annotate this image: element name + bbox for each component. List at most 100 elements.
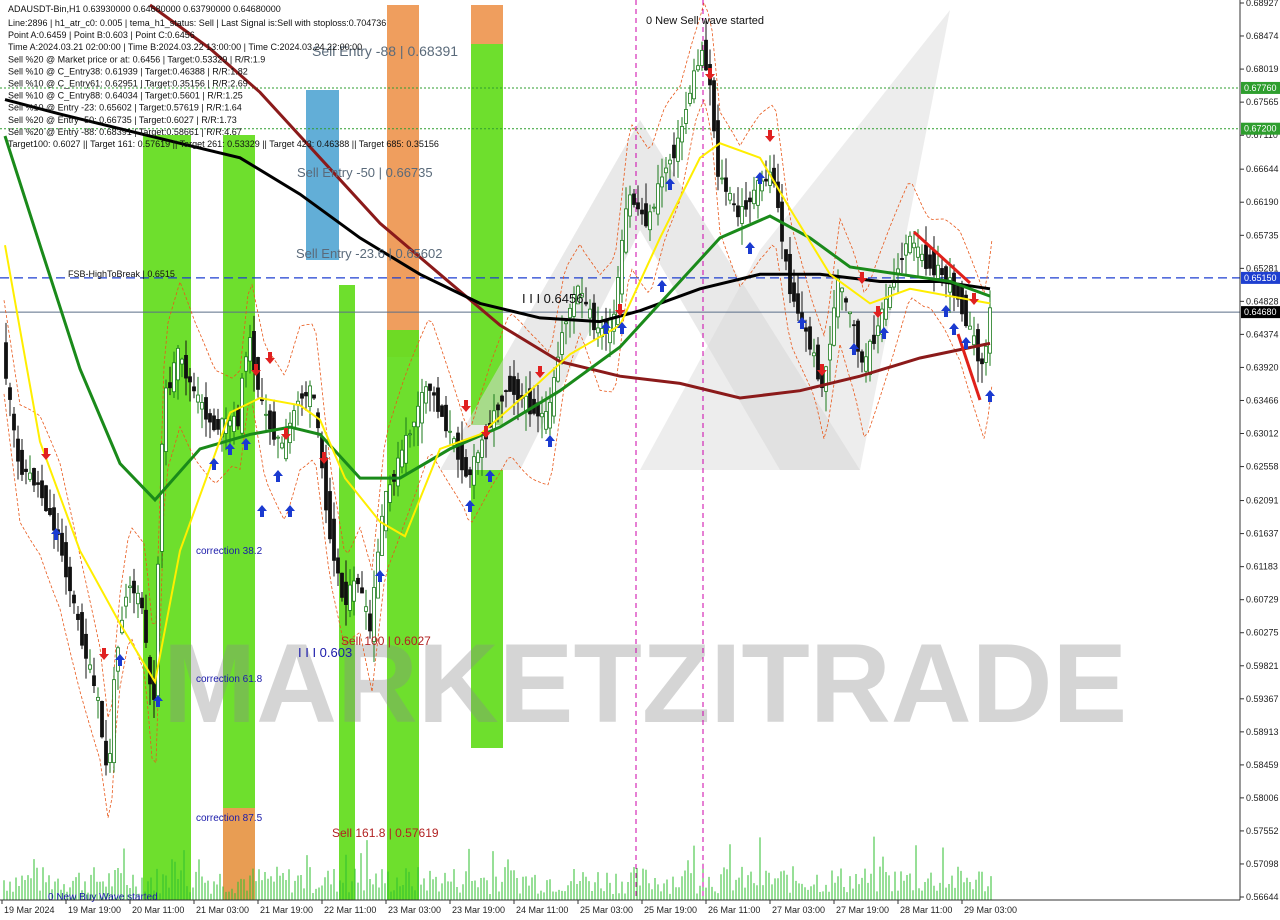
- candle-body: [700, 49, 704, 66]
- candle-body: [832, 307, 836, 346]
- candle-body: [940, 268, 944, 276]
- candle-body: [472, 456, 476, 486]
- y-tick-label: 0.63012: [1246, 429, 1279, 439]
- y-tick-label: 0.65735: [1246, 230, 1279, 240]
- candle-body: [816, 344, 820, 380]
- y-tick-label: 0.67565: [1246, 97, 1279, 107]
- annotation-label: Sell Entry -50 | 0.66735: [297, 165, 433, 180]
- candle-body: [48, 508, 52, 515]
- y-tick-label: 0.65281: [1246, 263, 1279, 273]
- x-tick-label: 24 Mar 11:00: [516, 905, 568, 915]
- price-tag-label: 0.67200: [1244, 124, 1277, 134]
- candle-body: [692, 70, 696, 100]
- candle-body: [420, 392, 424, 424]
- info-line: Point A:0.6459 | Point B:0.603 | Point C…: [8, 30, 195, 40]
- candle-body: [324, 457, 328, 511]
- candle-body: [80, 612, 84, 646]
- candle-body: [268, 410, 272, 430]
- candle-body: [280, 442, 284, 449]
- y-tick-label: 0.58006: [1246, 793, 1279, 803]
- candle-body: [844, 298, 848, 303]
- x-tick-label: 27 Mar 19:00: [836, 905, 889, 915]
- info-line: Target100: 0.6027 || Target 161: 0.57619…: [8, 139, 439, 149]
- candle-body: [664, 167, 668, 174]
- candle-body: [108, 753, 112, 763]
- candle-body: [136, 592, 140, 605]
- candle-body: [204, 397, 208, 420]
- candle-body: [716, 120, 720, 177]
- candle-body: [812, 352, 816, 357]
- candle-body: [68, 566, 72, 592]
- candle-body: [656, 183, 660, 215]
- candle-body: [196, 394, 200, 403]
- annotation-label: Sell 100 | 0.6027: [341, 634, 431, 648]
- candle-body: [432, 392, 436, 396]
- candle-body: [276, 436, 280, 439]
- candle-body: [356, 577, 360, 585]
- candle-body: [300, 393, 304, 399]
- y-tick-label: 0.68474: [1246, 31, 1279, 41]
- candle-body: [732, 203, 736, 206]
- candle-body: [868, 340, 872, 376]
- candle-body: [912, 242, 916, 249]
- y-tick-label: 0.68019: [1246, 64, 1279, 74]
- candle-body: [712, 80, 716, 132]
- y-tick-label: 0.59821: [1246, 661, 1279, 671]
- x-tick-label: 27 Mar 03:00: [772, 905, 825, 915]
- candle-body: [936, 264, 940, 279]
- candle-body: [640, 209, 644, 215]
- info-line: Sell %10 @ Entry -23: 0.65602 | Target:0…: [8, 103, 242, 113]
- candle-body: [968, 325, 972, 330]
- candle-body: [628, 194, 632, 217]
- candle-body: [704, 39, 708, 71]
- x-tick-label: 21 Mar 19:00: [260, 905, 313, 915]
- candle-body: [96, 696, 100, 701]
- candle-body: [736, 205, 740, 218]
- candle-body: [744, 200, 748, 210]
- y-tick-label: 0.59367: [1246, 694, 1279, 704]
- y-tick-label: 0.62558: [1246, 462, 1279, 472]
- candle-body: [4, 342, 8, 379]
- zone-band: [471, 44, 503, 425]
- candle-body: [8, 387, 12, 400]
- candle-body: [192, 386, 196, 392]
- x-tick-label: 29 Mar 03:00: [964, 905, 1017, 915]
- candle-body: [852, 324, 856, 327]
- candle-body: [544, 411, 548, 430]
- y-tick-label: 0.62091: [1246, 496, 1279, 506]
- candle-body: [60, 532, 64, 556]
- candle-body: [672, 144, 676, 159]
- candle-body: [756, 180, 760, 206]
- candle-body: [32, 468, 36, 486]
- x-tick-label: 23 Mar 03:00: [388, 905, 441, 915]
- candle-body: [164, 387, 168, 452]
- candle-body: [308, 385, 312, 408]
- candle-body: [684, 109, 688, 124]
- candlestick-chart: MARKETZITRADE Sell Entry -88 | 0.68391Se…: [0, 0, 1280, 920]
- candle-body: [132, 580, 136, 594]
- info-line: Sell %10 @ C_Entry88: 0.64034 | Target:0…: [8, 91, 243, 101]
- info-line: Sell %20 @ Entry -50: 0.66735 | Target:0…: [8, 115, 237, 125]
- annotation-label: correction 87.5: [196, 813, 263, 824]
- candle-body: [900, 258, 904, 261]
- candle-body: [40, 480, 44, 499]
- candle-body: [272, 411, 276, 440]
- annotation-label: 0 New Sell wave started: [646, 15, 764, 27]
- candle-body: [464, 457, 468, 477]
- candle-body: [124, 596, 128, 607]
- candle-body: [720, 177, 724, 180]
- x-tick-label: 19 Mar 2024: [4, 905, 55, 915]
- y-tick-label: 0.66644: [1246, 164, 1279, 174]
- y-tick-label: 0.64828: [1246, 296, 1279, 306]
- candle-body: [584, 301, 588, 305]
- candle-body: [632, 193, 636, 205]
- candle-body: [340, 572, 344, 598]
- y-tick-label: 0.64374: [1246, 329, 1279, 339]
- y-tick-label: 0.66190: [1246, 197, 1279, 207]
- y-tick-label: 0.57098: [1246, 859, 1279, 869]
- x-tick-label: 21 Mar 03:00: [196, 905, 249, 915]
- candle-body: [412, 421, 416, 428]
- x-tick-label: 22 Mar 11:00: [324, 905, 376, 915]
- candle-body: [304, 392, 308, 397]
- annotation-label: FSB-HighToBreak | 0.6515: [68, 269, 175, 279]
